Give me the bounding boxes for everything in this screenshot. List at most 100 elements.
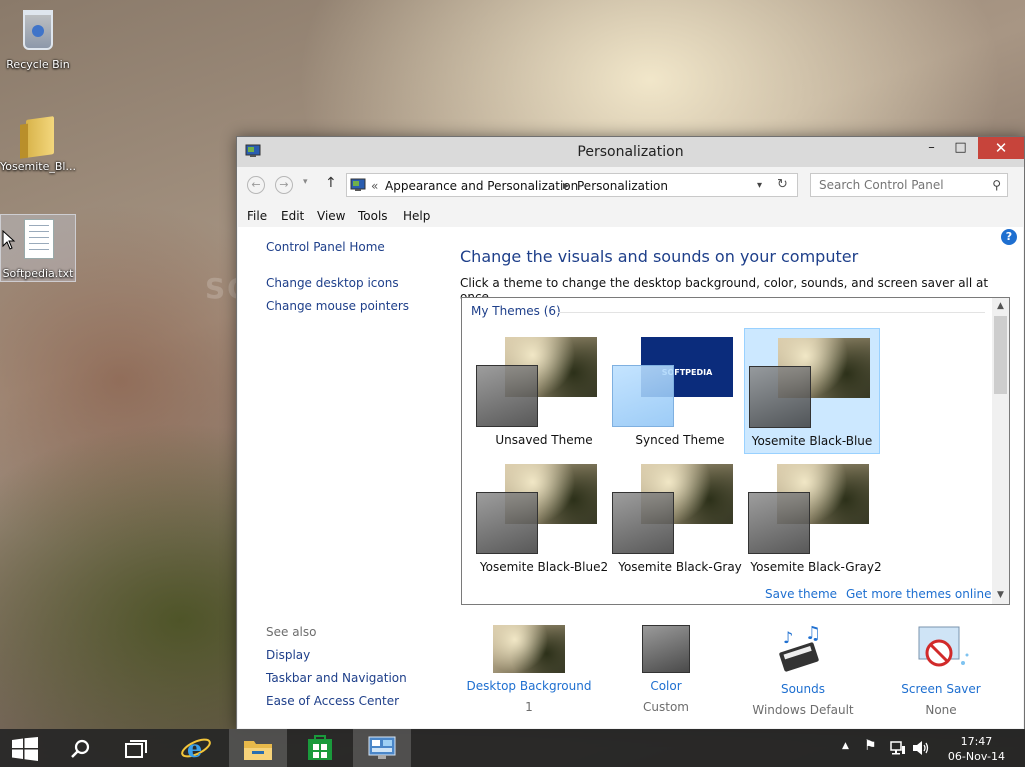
theme-color-thumbnail [476, 365, 538, 427]
text-file-icon [18, 219, 58, 265]
see-also-heading: See also [266, 625, 317, 639]
desktop-background-setting[interactable]: Desktop Background 1 [464, 625, 594, 714]
setting-label: Sounds [780, 682, 826, 696]
refresh-icon[interactable]: ↻ [777, 177, 788, 192]
task-view-icon [125, 740, 147, 758]
my-themes-group-header[interactable]: My Themes (6) [471, 304, 561, 318]
content-area: Control Panel Home Change desktop icons … [238, 227, 1023, 728]
address-dropdown-icon[interactable]: ▾ [757, 180, 762, 191]
network-icon[interactable] [890, 740, 906, 756]
recent-pages-dropdown[interactable]: ▾ [303, 177, 308, 187]
theme-name: Yosemite Black-Blue2 [479, 560, 609, 574]
menu-help[interactable]: Help [403, 209, 430, 223]
store-icon [308, 735, 332, 760]
theme-name: Synced Theme [635, 433, 725, 447]
setting-label: Desktop Background [466, 679, 592, 693]
breadcrumb-separator-icon: ▶ [563, 181, 570, 190]
theme-name: Yosemite Black-Gray2 [750, 560, 882, 574]
clock[interactable]: 17:47 06-Nov-14 [948, 734, 1005, 764]
theme-yosemite-black-gray2[interactable]: Yosemite Black-Gray2 [748, 455, 884, 581]
desktop-background-thumbnail [493, 625, 565, 673]
ease-of-access-link[interactable]: Ease of Access Center [266, 694, 399, 708]
address-bar[interactable]: « Appearance and Personalization ▶ Perso… [346, 173, 798, 197]
task-view-button[interactable] [108, 729, 166, 767]
desktop-icon-label: Softpedia.txt [2, 267, 74, 280]
desktop-icon-recycle-bin[interactable]: Recycle Bin [0, 6, 76, 71]
scroll-thumb[interactable] [994, 316, 1007, 394]
system-tray: ▲ ⚑ [836, 729, 936, 767]
theme-unsaved[interactable]: Unsaved Theme [476, 328, 612, 454]
theme-color-thumbnail [612, 492, 674, 554]
color-setting[interactable]: Color Custom [601, 625, 731, 714]
screen-saver-setting[interactable]: Screen Saver None [876, 625, 1006, 717]
desktop-icon-folder[interactable]: Yosemite_Bl... [0, 108, 76, 173]
change-desktop-icons-link[interactable]: Change desktop icons [266, 276, 399, 290]
theme-name: Unsaved Theme [495, 433, 593, 447]
menu-tools[interactable]: Tools [358, 209, 388, 223]
clock-time: 17:47 [960, 735, 993, 748]
minimize-button[interactable]: – [917, 137, 946, 159]
group-divider [558, 312, 985, 313]
scroll-up-icon[interactable]: ▲ [992, 298, 1009, 315]
search-box[interactable]: ⚲ [810, 173, 1008, 197]
menu-bar: File Edit View Tools Help [237, 206, 1024, 226]
get-more-themes-link[interactable]: Get more themes online [846, 587, 992, 601]
search-taskbar-button[interactable] [52, 729, 110, 767]
recycle-bin-icon [18, 10, 58, 56]
control-panel-icon [350, 178, 366, 191]
personalization-window: Personalization – □ ✕ ← → ▾ ↑ « Appearan… [236, 136, 1025, 730]
help-icon[interactable]: ? [1001, 229, 1017, 245]
start-button[interactable] [0, 729, 58, 767]
theme-list: My Themes (6) Unsaved Theme SOFTPEDIA Sy… [461, 297, 1010, 605]
action-center-flag-icon[interactable]: ⚑ [864, 738, 877, 754]
title-bar[interactable]: Personalization – □ ✕ [237, 137, 1024, 167]
control-panel-home-link[interactable]: Control Panel Home [266, 240, 385, 254]
breadcrumb-personalization[interactable]: Personalization [577, 179, 668, 193]
internet-explorer-button[interactable]: e [167, 729, 225, 767]
desktop-icon-label: Yosemite_Bl... [0, 160, 76, 173]
breadcrumb-appearance[interactable]: Appearance and Personalization [385, 179, 578, 193]
sounds-setting[interactable]: ♪ ♫ Sounds Windows Default [738, 623, 868, 717]
folder-icon [18, 112, 58, 158]
taskbar-navigation-link[interactable]: Taskbar and Navigation [266, 671, 407, 685]
menu-edit[interactable]: Edit [281, 209, 304, 223]
search-input[interactable] [819, 175, 989, 195]
theme-color-thumbnail [749, 366, 811, 428]
show-hidden-icons-icon[interactable]: ▲ [842, 741, 849, 751]
control-panel-icon [368, 736, 396, 759]
svg-text:♪: ♪ [783, 628, 793, 647]
setting-label: Screen Saver [901, 682, 981, 696]
theme-yosemite-black-blue[interactable]: Yosemite Black-Blue [744, 328, 880, 454]
menu-file[interactable]: File [247, 209, 267, 223]
save-theme-link[interactable]: Save theme [765, 587, 837, 601]
breadcrumb-overflow[interactable]: « [371, 179, 378, 193]
forward-button[interactable]: → [275, 176, 293, 194]
search-icon[interactable]: ⚲ [992, 178, 1001, 192]
display-link[interactable]: Display [266, 648, 310, 662]
window-title: Personalization [577, 144, 684, 160]
setting-value: Custom [643, 700, 689, 714]
scroll-down-icon[interactable]: ▼ [992, 587, 1009, 604]
theme-yosemite-black-blue2[interactable]: Yosemite Black-Blue2 [476, 455, 612, 581]
setting-label: Color [650, 679, 682, 693]
close-button[interactable]: ✕ [978, 137, 1024, 159]
clock-date: 06-Nov-14 [947, 750, 1005, 763]
back-button[interactable]: ← [247, 176, 265, 194]
menu-view[interactable]: View [317, 209, 345, 223]
file-explorer-button[interactable] [229, 729, 287, 767]
volume-icon[interactable] [912, 740, 930, 756]
sounds-icon: ♪ ♫ [779, 623, 821, 672]
control-panel-taskbar-button[interactable] [353, 729, 411, 767]
taskbar: e ▲ ⚑ 17:47 06-Nov-14 [0, 729, 1025, 767]
theme-yosemite-black-gray[interactable]: Yosemite Black-Gray [612, 455, 748, 581]
theme-synced[interactable]: SOFTPEDIA Synced Theme [612, 328, 748, 454]
theme-list-scrollbar[interactable]: ▲ ▼ [992, 298, 1009, 604]
change-mouse-pointers-link[interactable]: Change mouse pointers [266, 299, 409, 313]
up-button[interactable]: ↑ [325, 175, 337, 191]
maximize-button[interactable]: □ [946, 137, 975, 159]
desktop-icon-label: Recycle Bin [6, 58, 70, 71]
file-explorer-icon [244, 741, 272, 760]
address-row: ← → ▾ ↑ « Appearance and Personalization… [243, 173, 1018, 197]
store-button[interactable] [291, 729, 349, 767]
setting-value: Windows Default [752, 703, 854, 717]
